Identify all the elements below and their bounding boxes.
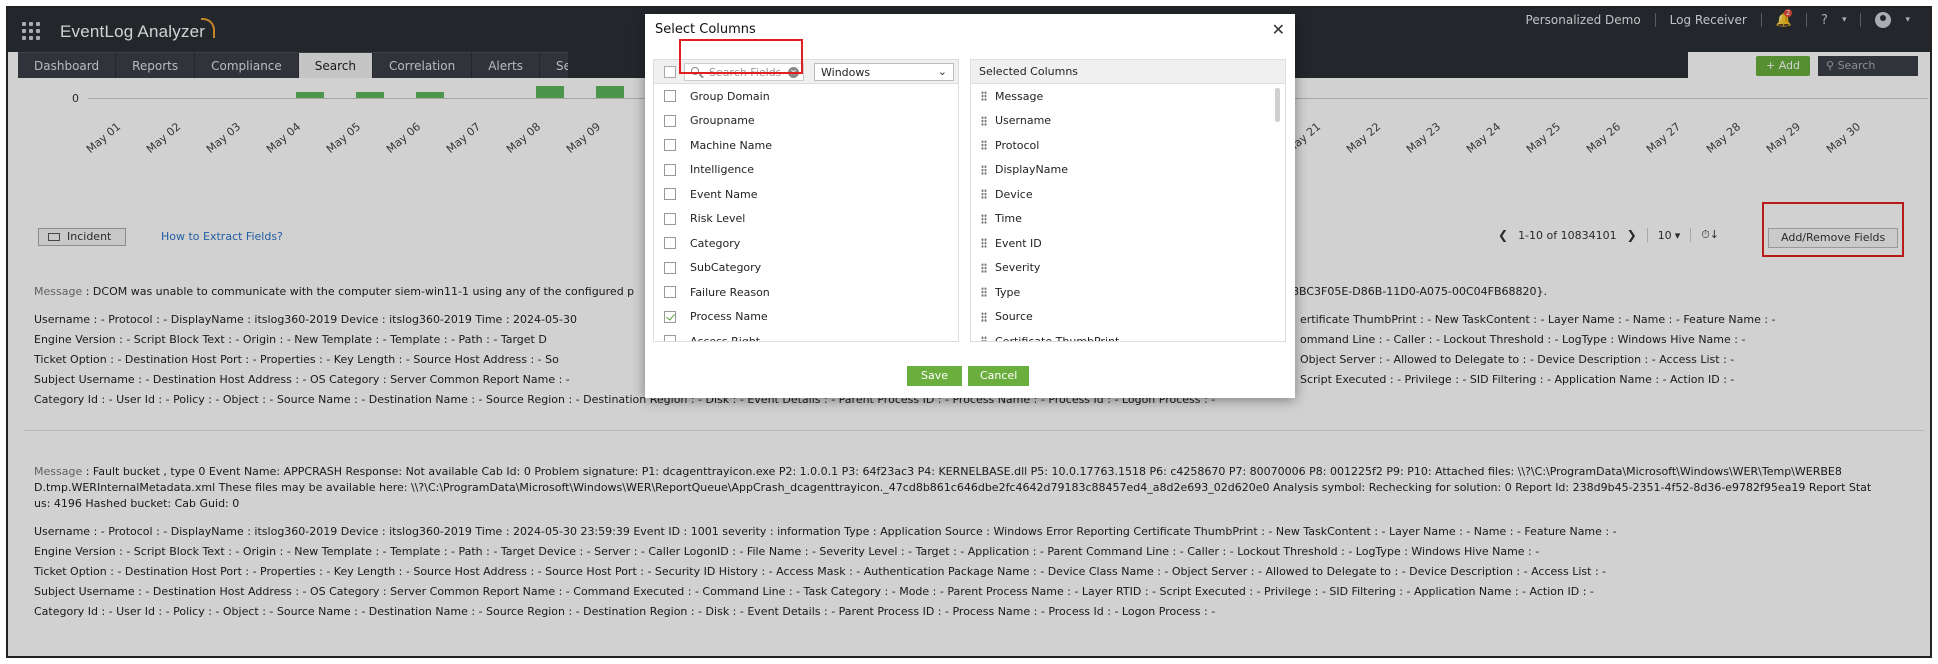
dialog-title: Select Columns <box>655 22 756 37</box>
field-option[interactable]: Process Name <box>654 305 958 330</box>
field-label: Event Name <box>690 187 758 201</box>
selected-column-item[interactable]: Type <box>971 280 1285 305</box>
field-label: Risk Level <box>690 212 746 226</box>
field-option[interactable]: Risk Level <box>654 207 958 232</box>
selected-columns-title: Selected Columns <box>979 65 1079 78</box>
selected-column-item[interactable]: Username <box>971 109 1285 134</box>
scrollbar[interactable] <box>958 86 959 114</box>
field-checkbox[interactable] <box>664 114 676 127</box>
drag-handle-icon[interactable] <box>981 164 987 175</box>
selected-column-label: Device <box>995 187 1033 201</box>
field-label: Failure Reason <box>690 285 770 299</box>
field-option[interactable]: Access Right <box>654 329 958 342</box>
drag-handle-icon[interactable] <box>981 140 987 151</box>
cancel-button[interactable]: Cancel <box>968 366 1030 386</box>
field-label: Groupname <box>690 114 755 128</box>
field-option[interactable]: Category <box>654 231 958 256</box>
selected-columns-list: Message Username Protocol DisplayName Device… <box>971 84 1285 342</box>
field-checkbox[interactable] <box>664 286 676 299</box>
field-checkbox[interactable] <box>664 188 676 201</box>
field-label: SubCategory <box>690 261 762 275</box>
field-label: Intelligence <box>690 163 755 177</box>
selected-columns-header: Selected Columns <box>971 60 1285 84</box>
selected-column-item[interactable]: Time <box>971 207 1285 232</box>
highlight-box-search-fields <box>679 39 803 74</box>
available-fields-list: Group Domain Groupname Machine Name Intelli… <box>654 84 958 342</box>
drag-handle-icon[interactable] <box>981 189 987 200</box>
field-option[interactable]: SubCategory <box>654 256 958 281</box>
chevron-down-icon: ⌄ <box>937 65 947 78</box>
select-all-checkbox[interactable] <box>664 66 676 78</box>
drag-handle-icon[interactable] <box>981 262 987 273</box>
field-label: Access Right <box>690 334 761 342</box>
close-icon[interactable]: ✕ <box>1272 20 1285 39</box>
selected-column-item[interactable]: DisplayName <box>971 158 1285 183</box>
drag-handle-icon[interactable] <box>981 311 987 322</box>
field-checkbox[interactable] <box>664 237 676 250</box>
selected-column-label: Message <box>995 89 1044 103</box>
selected-column-item[interactable]: Severity <box>971 256 1285 281</box>
field-option[interactable]: Event Name <box>654 182 958 207</box>
selected-column-item[interactable]: Source <box>971 305 1285 330</box>
selected-column-label: Type <box>995 285 1021 299</box>
selected-column-label: Time <box>995 212 1022 226</box>
field-checkbox[interactable] <box>664 163 676 176</box>
field-checkbox[interactable] <box>664 90 676 103</box>
selected-column-label: Protocol <box>995 138 1040 152</box>
selected-column-item[interactable]: Certificate ThumbPrint <box>971 329 1285 342</box>
os-select-value: Windows <box>821 66 871 79</box>
field-option[interactable]: Groupname <box>654 109 958 134</box>
selected-columns-panel: Selected Columns Message Username Protocol… <box>970 59 1286 342</box>
field-option[interactable]: Group Domain <box>654 84 958 109</box>
selected-column-label: Severity <box>995 261 1041 275</box>
selected-column-item[interactable]: Device <box>971 182 1285 207</box>
os-select[interactable]: Windows ⌄ <box>814 63 954 81</box>
selected-column-label: DisplayName <box>995 163 1068 177</box>
field-checkbox[interactable] <box>664 310 676 323</box>
drag-handle-icon[interactable] <box>981 91 987 102</box>
field-label: Process Name <box>690 310 768 324</box>
field-option[interactable]: Failure Reason <box>654 280 958 305</box>
selected-column-label: Source <box>995 310 1033 324</box>
selected-column-item[interactable]: Protocol <box>971 133 1285 158</box>
selected-column-item[interactable]: Message <box>971 84 1285 109</box>
field-label: Machine Name <box>690 138 772 152</box>
drag-handle-icon[interactable] <box>981 287 987 298</box>
drag-handle-icon[interactable] <box>981 238 987 249</box>
field-checkbox[interactable] <box>664 335 676 341</box>
field-label: Group Domain <box>690 89 770 103</box>
save-button[interactable]: Save <box>907 366 963 386</box>
selected-column-label: Certificate ThumbPrint <box>995 334 1120 342</box>
drag-handle-icon[interactable] <box>981 336 987 341</box>
selected-column-label: Username <box>995 114 1052 128</box>
drag-handle-icon[interactable] <box>981 213 987 224</box>
field-option[interactable]: Machine Name <box>654 133 958 158</box>
drag-handle-icon[interactable] <box>981 115 987 126</box>
field-checkbox[interactable] <box>664 139 676 152</box>
available-fields-panel: Search Fields ✕ Windows ⌄ Group Domain Gro… <box>653 59 959 342</box>
app-window: EventLog Analyzer Personalized Demo Log … <box>6 6 1932 658</box>
scrollbar[interactable] <box>1275 88 1280 122</box>
selected-column-label: Event ID <box>995 236 1042 250</box>
selected-column-item[interactable]: Event ID <box>971 231 1285 256</box>
field-option[interactable]: Intelligence <box>654 158 958 183</box>
field-checkbox[interactable] <box>664 212 676 225</box>
field-label: Category <box>690 236 741 250</box>
field-checkbox[interactable] <box>664 261 676 274</box>
